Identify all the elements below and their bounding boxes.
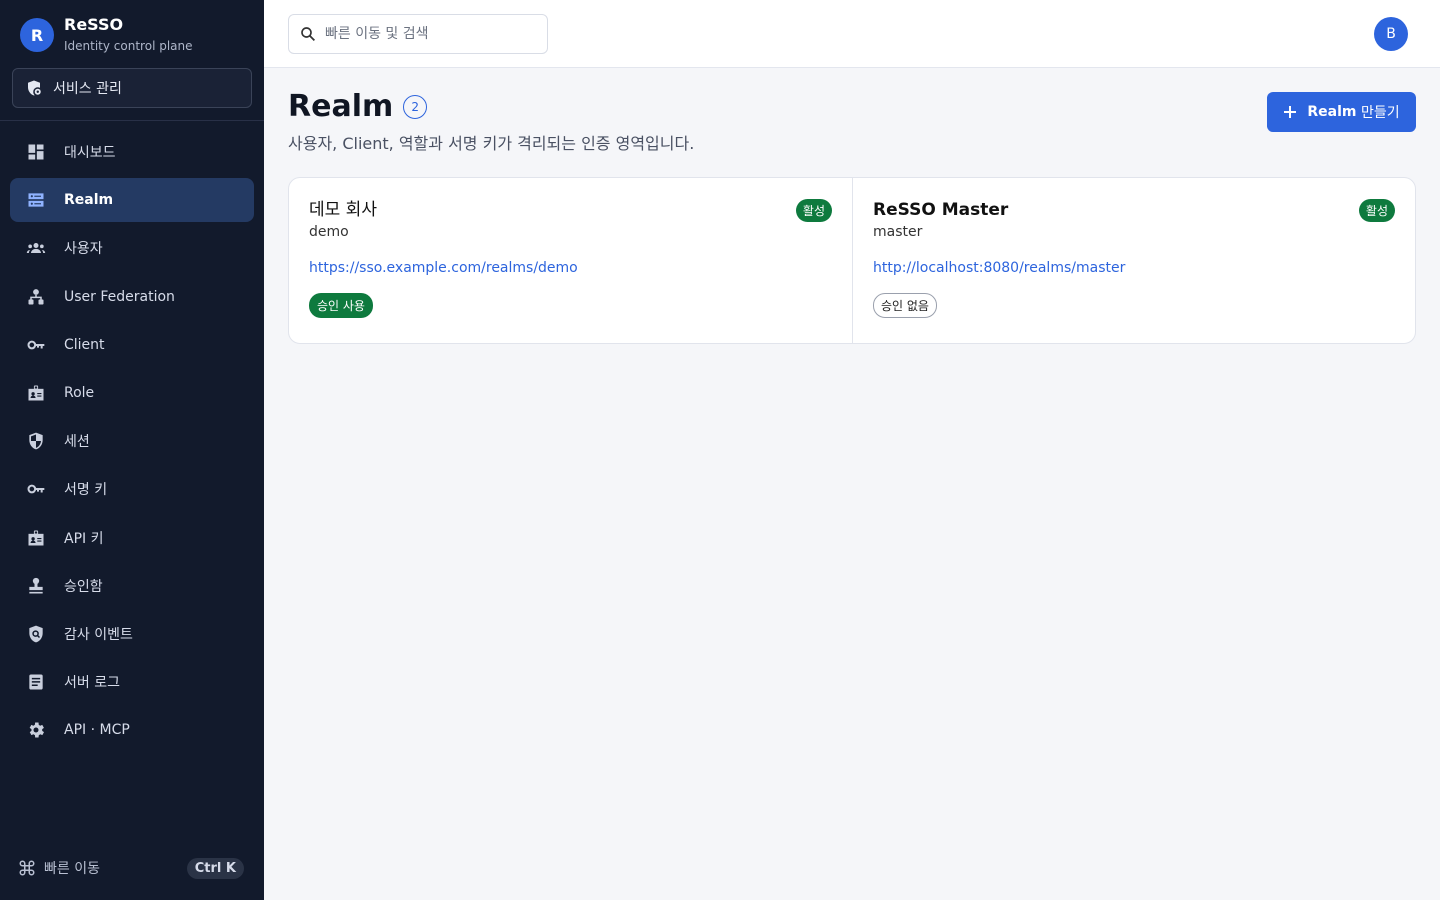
server-icon [28, 193, 44, 207]
sidebar-item-label: API · MCP [64, 722, 130, 739]
brand-name: ReSSO [64, 15, 124, 34]
sidebar-item-user-federation[interactable]: User Federation [10, 275, 254, 319]
document-icon [29, 674, 43, 690]
shield-icon [29, 432, 43, 450]
badge-icon [28, 385, 44, 401]
brand-logo: R [20, 18, 54, 52]
sidebar-divider [0, 120, 264, 121]
page-title: Realm [288, 89, 394, 124]
sidebar-item-audit-events[interactable]: 감사 이벤트 [10, 612, 254, 656]
dashboard-icon [28, 144, 44, 160]
approval-badge: 승인 사용 [309, 293, 373, 318]
realm-card-demo[interactable]: 데모 회사 demo https://sso.example.com/realm… [289, 178, 852, 343]
sidebar-item-label: API 키 [64, 530, 104, 547]
realm-url[interactable]: http://localhost:8080/realms/master [873, 260, 1395, 276]
page-subtitle: 사용자, Client, 역할과 서명 키가 격리되는 인증 영역입니다. [288, 134, 695, 153]
key-icon [27, 340, 45, 350]
sidebar-item-server-logs[interactable]: 서버 로그 [10, 660, 254, 704]
sidebar-item-label: 세션 [64, 434, 90, 451]
sidebar-item-label: Client [64, 336, 105, 353]
quick-nav-button[interactable]: 빠른 이동 Ctrl K [18, 856, 244, 880]
sidebar-item-label: 서버 로그 [64, 675, 120, 692]
sidebar-item-label: 사용자 [64, 241, 103, 258]
service-management-button[interactable]: 서비스 관리 [12, 68, 252, 108]
badge-icon [28, 530, 44, 545]
sidebar-item-label: User Federation [64, 288, 175, 305]
realm-card-master[interactable]: ReSSO Master master http://localhost:808… [852, 178, 1415, 343]
sidebar-item-label: Realm [64, 192, 114, 209]
realm-slug: demo [309, 224, 349, 240]
sidebar-item-label: 서명 키 [64, 482, 108, 499]
search-box[interactable] [288, 14, 548, 54]
sidebar-item-dashboard[interactable]: 대시보드 [10, 130, 254, 174]
sidebar: R ReSSO Identity control plane 서비스 관리 대시… [0, 0, 264, 900]
sidebar-item-client[interactable]: Client [10, 323, 254, 367]
sidebar-item-label: 감사 이벤트 [64, 626, 133, 643]
title-row: Realm 2 [288, 88, 694, 126]
shield-search-icon [29, 625, 43, 643]
realm-slug: master [873, 224, 923, 240]
sidebar-item-label: Role [64, 384, 95, 401]
create-realm-button[interactable]: Realm 만들기 [1267, 92, 1416, 132]
quick-nav-label: 빠른 이동 [44, 861, 100, 877]
sidebar-item-role[interactable]: Role [10, 371, 254, 415]
search-input[interactable] [325, 26, 525, 42]
sidebar-item-users[interactable]: 사용자 [10, 226, 254, 270]
stamp-icon [29, 577, 43, 594]
sidebar-item-label: 대시보드 [64, 145, 116, 161]
gear-icon [29, 722, 44, 738]
status-badge: 활성 [1358, 199, 1395, 222]
realm-name: ReSSO Master [873, 200, 1009, 220]
realm-name: 데모 회사 [309, 200, 377, 220]
realm-url[interactable]: https://sso.example.com/realms/demo [309, 260, 832, 276]
key-icon [27, 484, 45, 494]
command-icon [19, 860, 35, 876]
sidebar-item-approvals[interactable]: 승인함 [10, 564, 254, 608]
sidebar-nav: 대시보드 Realm 사용자 User Federation Client Ro… [10, 130, 254, 756]
sidebar-item-sessions[interactable]: 세션 [10, 419, 254, 463]
users-icon [26, 243, 46, 254]
plus-icon [1284, 106, 1297, 118]
realm-cards: 데모 회사 demo https://sso.example.com/realm… [288, 177, 1416, 344]
count-badge: 2 [403, 95, 428, 119]
shortcut-badge: Ctrl K [186, 857, 244, 879]
sidebar-item-api-mcp[interactable]: API · MCP [10, 708, 254, 752]
create-button-bold: Realm [1307, 104, 1357, 120]
search-icon [301, 27, 316, 42]
sidebar-item-signing-keys[interactable]: 서명 키 [10, 467, 254, 511]
sidebar-item-label: 승인함 [64, 578, 103, 595]
avatar[interactable]: B [1374, 17, 1408, 51]
sidebar-item-realm[interactable]: Realm [10, 178, 254, 223]
hierarchy-icon [28, 288, 44, 305]
topbar: B [264, 0, 1440, 68]
shield-gear-icon [28, 80, 41, 96]
sidebar-item-api-keys[interactable]: API 키 [10, 516, 254, 560]
brand-subtitle: Identity control plane [64, 39, 193, 53]
brand-text: ReSSO Identity control plane [64, 16, 193, 54]
status-badge: 활성 [795, 199, 832, 222]
approval-badge: 승인 없음 [873, 293, 937, 318]
brand[interactable]: R ReSSO Identity control plane [20, 16, 193, 54]
create-button-text: 만들기 [1356, 105, 1400, 121]
page-header: Realm 2 사용자, Client, 역할과 서명 키가 격리되는 인증 영… [288, 88, 694, 154]
service-management-label: 서비스 관리 [53, 81, 122, 97]
